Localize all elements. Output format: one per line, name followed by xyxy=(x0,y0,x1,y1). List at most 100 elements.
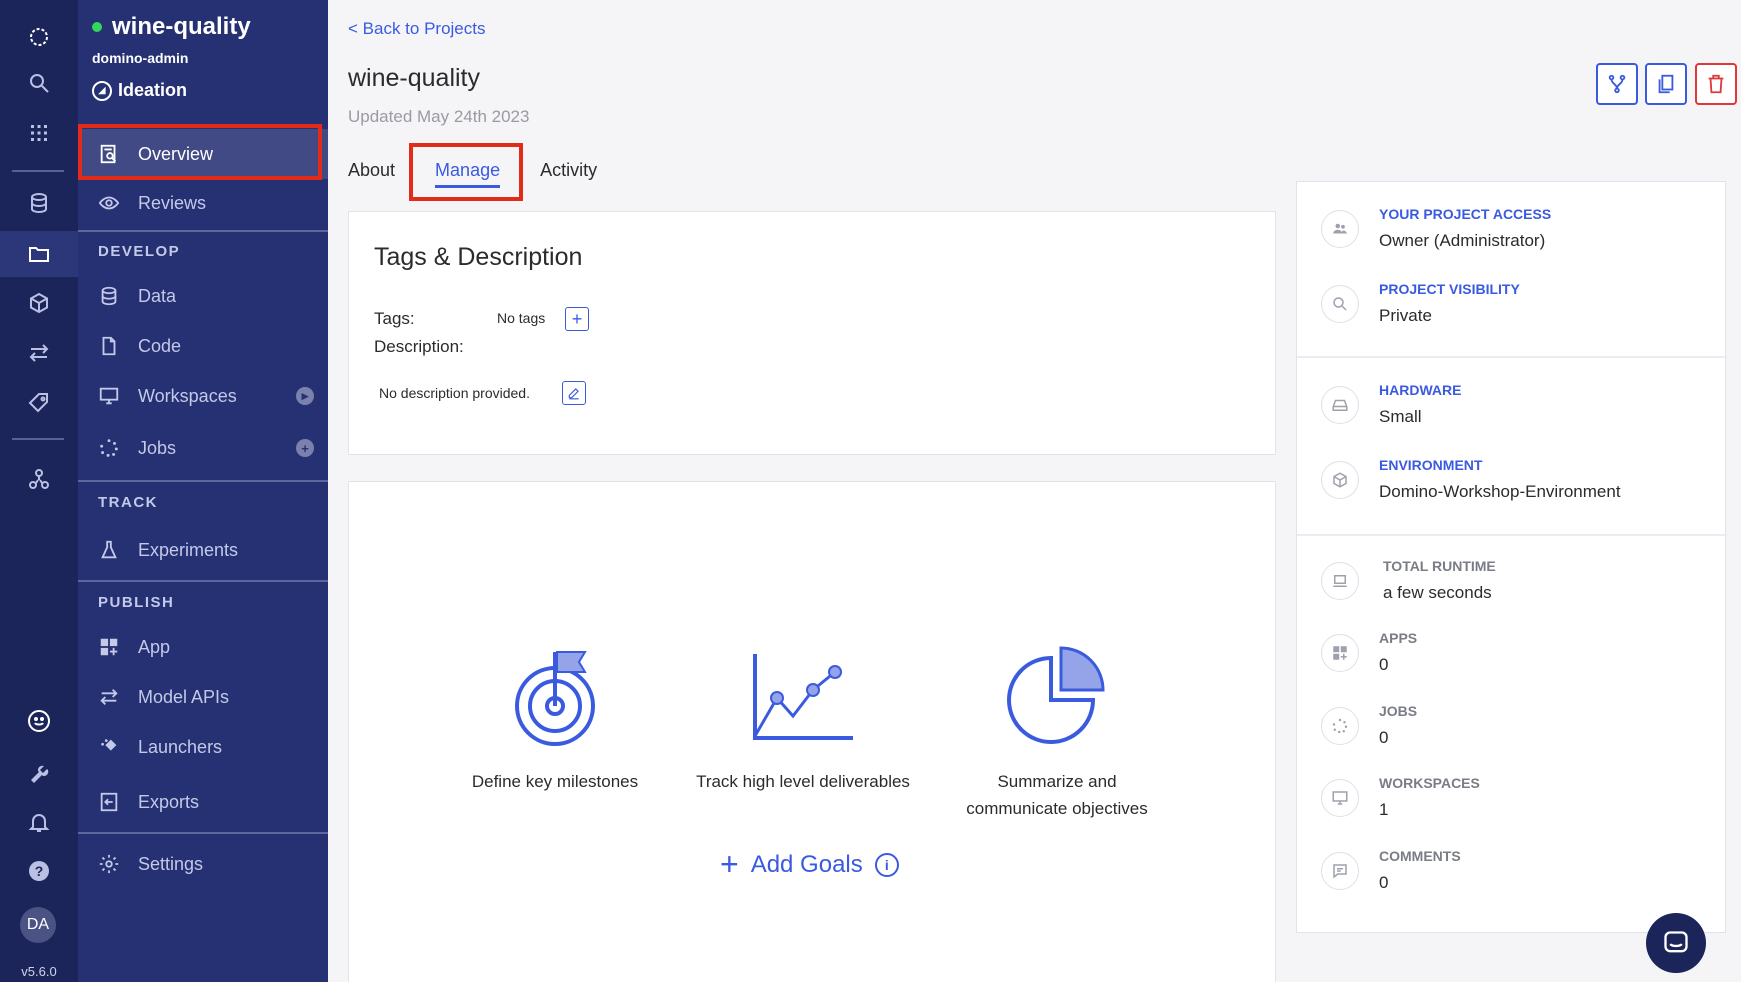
info-icon[interactable]: i xyxy=(874,852,899,877)
add-goals-label: Add Goals xyxy=(750,850,863,878)
fork-icon xyxy=(1608,74,1626,94)
hardware-value: Small xyxy=(1379,407,1422,426)
copy-icon xyxy=(1658,74,1674,94)
chat-launcher-button[interactable] xyxy=(1646,913,1706,973)
nav-model-apis[interactable]: Model APIs xyxy=(78,673,328,721)
add-tag-button[interactable]: + xyxy=(565,307,589,331)
add-goals-button[interactable]: + Add Goals i xyxy=(720,846,899,883)
workspaces-value: 1 xyxy=(1379,800,1389,819)
project-name: wine-quality xyxy=(112,13,251,40)
users-icon xyxy=(1321,210,1359,248)
add-job-icon[interactable]: + xyxy=(296,439,314,457)
project-title: wine-quality xyxy=(92,13,251,41)
nav-label: Exports xyxy=(138,791,200,812)
project-info-panel: YOUR PROJECT ACCESS Owner (Administrator… xyxy=(1296,181,1727,933)
org-icon[interactable] xyxy=(20,460,58,498)
visibility-label: PROJECT VISIBILITY xyxy=(1379,281,1520,297)
back-to-projects-link[interactable]: < Back to Projects xyxy=(348,19,485,39)
nav-jobs[interactable]: Jobs + xyxy=(78,424,328,472)
updated-date: Updated May 24th 2023 xyxy=(348,107,530,126)
runtime-label: TOTAL RUNTIME xyxy=(1383,558,1496,574)
nav-app[interactable]: App xyxy=(78,623,328,671)
tab-about[interactable]: About xyxy=(348,160,395,188)
no-description-text: No description provided. xyxy=(379,385,530,401)
environment-value: Domino-Workshop-Environment xyxy=(1379,482,1621,501)
nav-label: Workspaces xyxy=(138,385,237,406)
copy-button[interactable] xyxy=(1645,63,1687,105)
nav-launchers[interactable]: Launchers xyxy=(78,723,328,771)
nav-label: Settings xyxy=(138,853,204,874)
project-stage[interactable]: ◢ Ideation xyxy=(92,80,187,101)
help-icon[interactable]: ? xyxy=(20,852,58,890)
model-box-icon[interactable] xyxy=(20,284,58,322)
search-icon[interactable] xyxy=(20,64,58,102)
project-access-label: YOUR PROJECT ACCESS xyxy=(1379,206,1552,222)
tab-bar: About Manage Activity xyxy=(348,160,637,188)
hardware-label: HARDWARE xyxy=(1379,382,1462,398)
plus-icon: + xyxy=(720,846,739,882)
app-icon xyxy=(1321,634,1359,672)
gear-icon xyxy=(99,854,119,874)
tab-manage[interactable]: Manage xyxy=(435,160,501,188)
fork-button[interactable] xyxy=(1596,63,1638,105)
nav-experiments[interactable]: Experiments xyxy=(78,526,328,574)
feedback-smiley-icon[interactable] xyxy=(20,702,58,740)
nav-code[interactable]: Code xyxy=(78,322,328,370)
section-develop: DEVELOP xyxy=(98,243,181,260)
eye-icon xyxy=(98,196,120,210)
avatar[interactable]: DA xyxy=(20,907,56,943)
projects-folder-icon[interactable] xyxy=(0,231,78,277)
comments-value: 0 xyxy=(1379,873,1389,892)
rail-divider xyxy=(12,170,64,172)
workspaces-label: WORKSPACES xyxy=(1379,775,1480,791)
sidebar-divider xyxy=(78,580,328,582)
panel-divider xyxy=(1297,356,1727,358)
apps-grid-icon[interactable] xyxy=(20,114,58,152)
goal-objectives-text: Summarize and communicate objectives xyxy=(966,772,1148,818)
stage-icon: ◢ xyxy=(92,80,112,101)
pencil-icon xyxy=(568,388,579,400)
jobs-label: JOBS xyxy=(1379,703,1418,719)
tags-description-card: Tags & Description Tags: No tags + Descr… xyxy=(348,211,1276,455)
environment-label: ENVIRONMENT xyxy=(1379,457,1483,473)
edit-description-button[interactable] xyxy=(562,381,586,405)
monitor-icon xyxy=(99,387,119,405)
svg-text:?: ? xyxy=(35,863,44,879)
nav-overview[interactable]: Overview xyxy=(78,129,328,179)
nav-label: Experiments xyxy=(138,539,239,560)
goals-card: Define key milestones Track high level d… xyxy=(348,481,1276,982)
launcher-icon xyxy=(101,739,117,755)
rail-divider xyxy=(12,438,64,440)
version-label: v5.6.0 xyxy=(21,964,57,979)
nav-label: Model APIs xyxy=(138,686,230,707)
delete-button[interactable] xyxy=(1695,63,1737,105)
description-label: Description: xyxy=(374,337,464,356)
domino-logo-icon[interactable] xyxy=(20,18,58,56)
trash-icon xyxy=(1708,74,1724,94)
nav-settings[interactable]: Settings xyxy=(78,840,328,888)
export-icon xyxy=(100,792,118,812)
launch-workspace-icon[interactable]: ▸ xyxy=(296,387,314,405)
bell-icon[interactable] xyxy=(20,803,58,841)
tab-activity[interactable]: Activity xyxy=(540,160,597,188)
stage-label: Ideation xyxy=(118,80,188,100)
nav-reviews[interactable]: Reviews xyxy=(78,179,328,227)
nav-data[interactable]: Data xyxy=(78,272,328,320)
card-heading: Tags & Description xyxy=(374,243,583,271)
goal-deliverables-text: Track high level deliverables xyxy=(696,772,910,791)
search-icon xyxy=(1321,285,1359,323)
data-icon[interactable] xyxy=(20,184,58,222)
environment-box-icon xyxy=(1321,461,1359,499)
monitor-icon xyxy=(1321,779,1359,817)
nav-label: Code xyxy=(138,335,182,356)
laptop-icon xyxy=(1321,562,1359,600)
nav-label: Overview xyxy=(138,143,214,164)
apps-label: APPS xyxy=(1379,630,1418,646)
transfer-icon[interactable] xyxy=(20,334,58,372)
wrench-icon[interactable] xyxy=(20,756,58,794)
jobs-spinner-icon xyxy=(100,439,118,457)
apps-value: 0 xyxy=(1379,655,1389,674)
nav-exports[interactable]: Exports xyxy=(78,778,328,826)
nav-workspaces[interactable]: Workspaces ▸ xyxy=(78,372,328,420)
tag-icon[interactable] xyxy=(20,384,58,422)
